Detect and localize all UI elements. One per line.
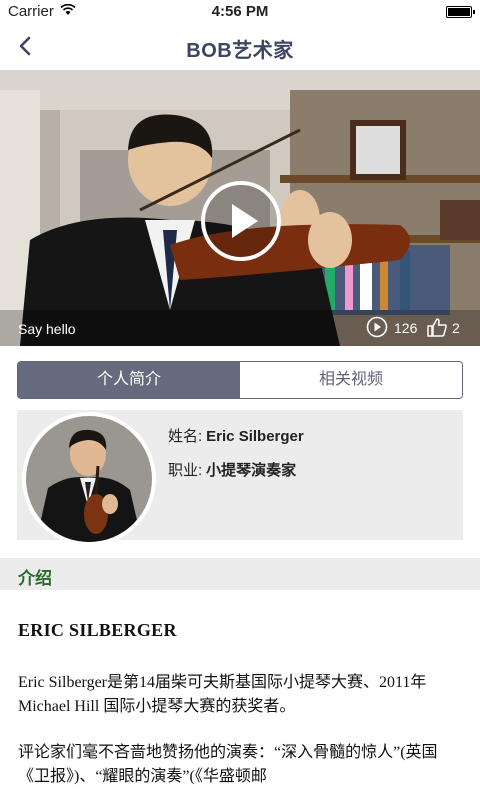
thumbs-up-icon[interactable] [426,316,448,338]
artist-occupation: 小提琴演奏家 [206,462,297,479]
video-caption: Say hello [18,321,76,337]
artist-name: Eric Silberger [206,428,304,445]
occupation-label: 职业: [168,462,203,479]
nav-bar: BOB艺术家 [0,24,480,68]
video-player[interactable]: Say hello 126 2 [0,70,480,346]
status-bar: Carrier 4:56 PM [0,0,480,24]
bio-paragraph: 评论家们毫不吝啬地赞扬他的演奏：“深入骨髓的惊人”(英国《卫报》)、“耀眼的演奏… [18,744,438,785]
bio-article: ERIC SILBERGER Eric Silberger是第14届柴可夫斯基国… [18,620,464,789]
play-icon[interactable] [200,180,282,262]
section-title: 介绍 [18,569,52,588]
segment-tabs: 个人简介 相关视频 [17,361,463,399]
name-row: 姓名: Eric Silberger [168,425,304,446]
name-label: 姓名: [168,428,203,445]
play-count-icon [366,316,388,338]
tab-profile[interactable]: 个人简介 [18,362,240,398]
battery-icon [446,6,475,18]
clock: 4:56 PM [211,3,269,20]
bio-heading: ERIC SILBERGER [18,620,177,640]
like-count: 2 [452,320,460,336]
tab-related-videos[interactable]: 相关视频 [240,362,462,398]
play-count: 126 [394,320,418,336]
occupation-row: 职业: 小提琴演奏家 [168,459,296,480]
bio-paragraph: Eric Silberger是第14届柴可夫斯基国际小提琴大赛、2011年 Mi… [18,674,427,715]
avatar [26,416,152,542]
page-title: BOB艺术家 [186,40,294,62]
avatar-image [26,416,152,542]
section-header: 介绍 [0,558,480,590]
